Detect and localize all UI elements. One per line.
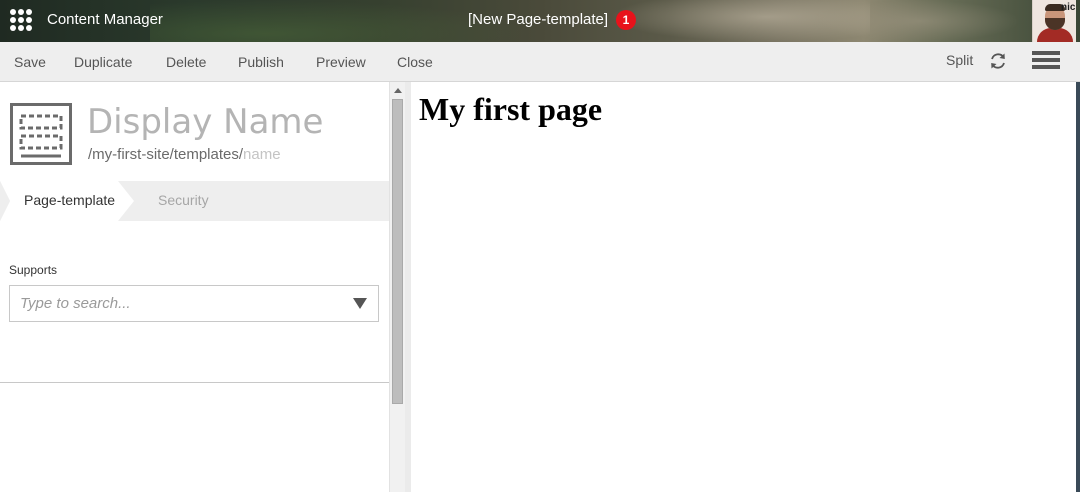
close-button[interactable]: Close — [397, 54, 433, 70]
editor-scrollbar[interactable] — [389, 82, 405, 492]
tab-page-template-label[interactable]: Page-template — [24, 192, 115, 208]
dropdown-arrow-icon[interactable] — [353, 298, 367, 309]
scrollbar-thumb[interactable] — [392, 99, 403, 404]
content-editor-panel: Display Name /my-first-site/templates/na… — [0, 82, 389, 492]
preview-button[interactable]: Preview — [316, 54, 366, 70]
notification-badge[interactable]: 1 — [616, 10, 636, 30]
app-title: Content Manager — [47, 11, 163, 28]
document-title: [New Page-template] — [468, 11, 609, 28]
action-toolbar: Save Duplicate Delete Publish Preview Cl… — [0, 42, 1080, 82]
refresh-icon[interactable] — [988, 51, 1008, 71]
duplicate-button[interactable]: Duplicate — [74, 54, 132, 70]
preview-page-heading: My first page — [419, 91, 603, 127]
window-edge — [1076, 82, 1080, 492]
avatar-logo-text: nic — [1061, 2, 1076, 13]
publish-button[interactable]: Publish — [238, 54, 284, 70]
path-name-field[interactable]: name — [243, 146, 281, 163]
display-name-field[interactable]: Display Name — [87, 102, 323, 142]
app-launcher-grid-icon[interactable] — [10, 9, 32, 31]
scroll-up-arrow-icon[interactable] — [394, 88, 402, 93]
user-avatar[interactable]: nic — [1032, 0, 1076, 42]
header-background-rock-2 — [820, 0, 1020, 42]
supports-selector[interactable] — [9, 285, 379, 322]
section-divider — [0, 382, 389, 383]
wizard-step-tabs: Page-template Security — [0, 181, 389, 221]
tab-security[interactable]: Security — [158, 192, 209, 208]
page-template-icon — [10, 103, 72, 165]
split-toggle-label[interactable]: Split — [946, 52, 973, 68]
app-header: Content Manager [New Page-template] 1 ni… — [0, 0, 1080, 42]
content-path: /my-first-site/templates/name — [88, 146, 281, 163]
live-preview-pane: My first page — [411, 82, 1076, 492]
path-prefix: /my-first-site/templates/ — [88, 146, 244, 163]
supports-search-input[interactable] — [20, 286, 340, 321]
supports-label: Supports — [9, 263, 58, 277]
save-button[interactable]: Save — [14, 54, 46, 70]
delete-button[interactable]: Delete — [166, 54, 206, 70]
hamburger-menu-icon[interactable] — [1032, 51, 1060, 73]
